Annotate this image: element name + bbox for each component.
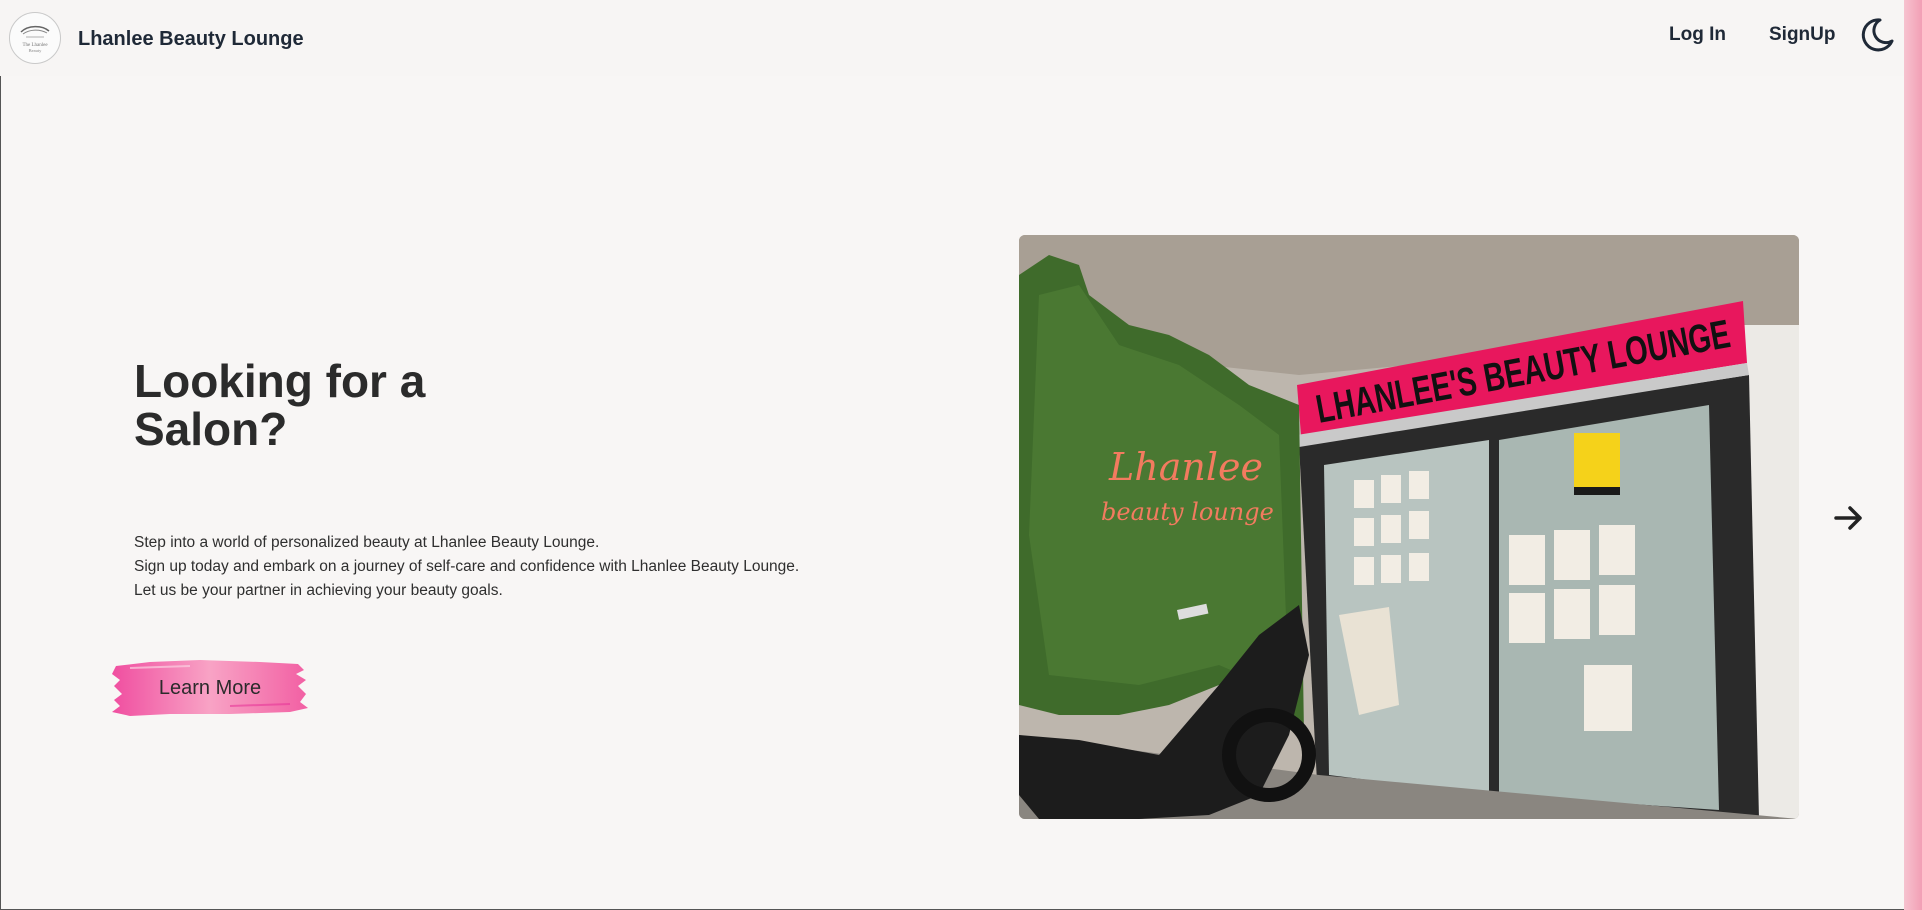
moon-icon[interactable] bbox=[1858, 16, 1896, 54]
arrow-right-icon[interactable] bbox=[1832, 501, 1866, 535]
hero-copy-line: Let us be your partner in achieving your… bbox=[134, 582, 503, 599]
hero-title: Looking for a Salon? bbox=[134, 355, 426, 455]
carousel-image: LHANLEE'S BEAUTY LOUNGE Lhanlee beauty l… bbox=[1019, 235, 1799, 819]
learn-more-button[interactable]: Learn More bbox=[110, 656, 310, 720]
scrollbar[interactable] bbox=[1904, 0, 1922, 910]
scrollbar-thumb[interactable] bbox=[1904, 0, 1922, 910]
hero-copy-line: Sign up today and embark on a journey of… bbox=[134, 558, 800, 575]
salon-logo-icon[interactable]: The Lhanlee Beauty bbox=[9, 12, 61, 64]
svg-text:Beauty: Beauty bbox=[29, 48, 42, 53]
signup-link[interactable]: SignUp bbox=[1769, 24, 1836, 46]
hero-copy-line: Step into a world of personalized beauty… bbox=[134, 534, 600, 551]
learn-more-label: Learn More bbox=[158, 677, 262, 699]
login-link[interactable]: Log In bbox=[1669, 24, 1726, 46]
neon-sign-line: beauty lounge bbox=[1101, 498, 1274, 526]
neon-sign-line: Lhanlee bbox=[1108, 445, 1263, 489]
hero-description: Step into a world of personalized beauty… bbox=[134, 531, 799, 603]
brand-name[interactable]: Lhanlee Beauty Lounge bbox=[78, 28, 304, 51]
site-header: The Lhanlee Beauty Lhanlee Beauty Lounge… bbox=[0, 0, 1904, 76]
